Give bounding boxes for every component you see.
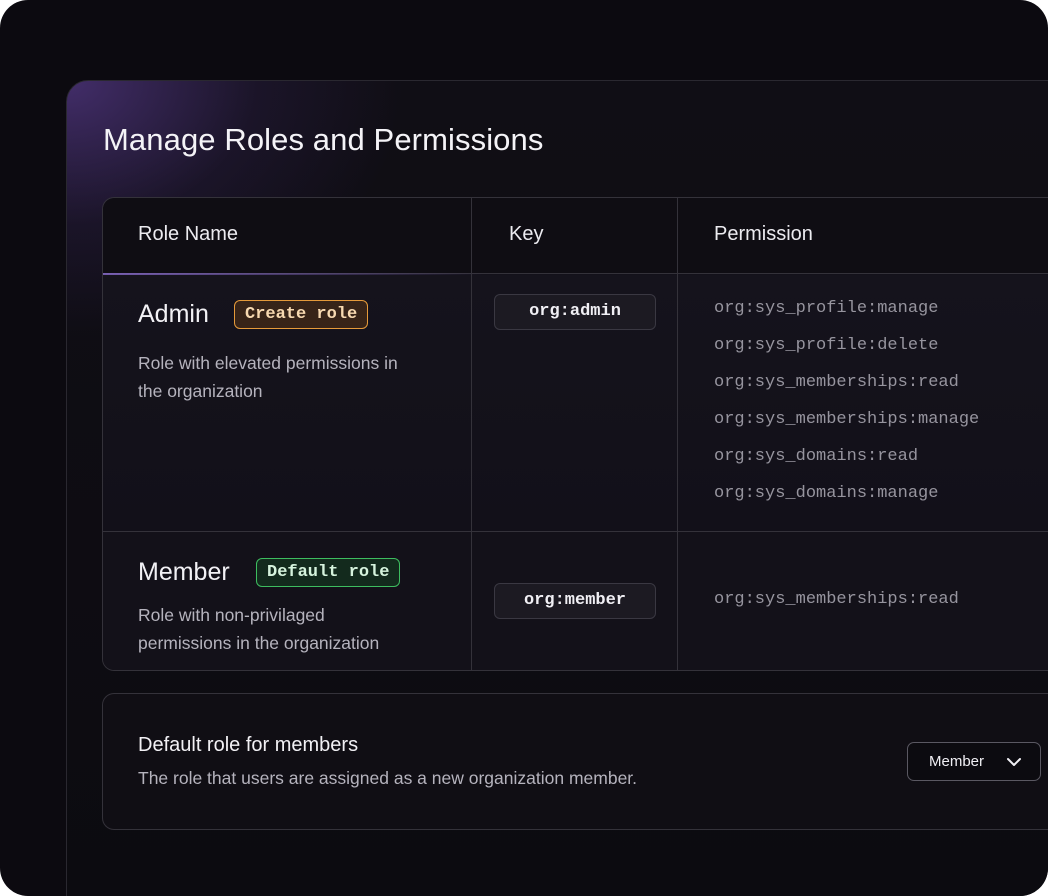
column-divider	[471, 198, 472, 670]
select-value: Member	[929, 753, 985, 770]
table-header: Role Name Key Permission	[103, 198, 1048, 274]
role-description-line: permissions in the organization	[138, 633, 380, 653]
role-description: Role with elevated permissions in the or…	[138, 349, 398, 405]
permission-item: org:sys_profile:manage	[714, 299, 939, 318]
role-description-line: Role with elevated permissions in	[138, 353, 398, 373]
role-description: Role with non-privilaged permissions in …	[138, 601, 379, 657]
default-role-description: The role that users are assigned as a ne…	[138, 768, 638, 788]
permission-item: org:sys_memberships:read	[714, 373, 959, 392]
permission-item: org:sys_domains:manage	[714, 484, 939, 503]
row-divider	[103, 531, 1048, 532]
column-divider	[677, 198, 678, 670]
chevron-down-icon	[1007, 758, 1021, 766]
page-title: Manage Roles and Permissions	[103, 122, 544, 157]
role-name-admin: Admin	[138, 300, 209, 328]
permission-item: org:sys_memberships:manage	[714, 410, 980, 429]
header-role-name: Role Name	[138, 223, 239, 245]
permission-item: org:sys_profile:delete	[714, 336, 939, 355]
role-key-chip: org:admin	[494, 294, 656, 330]
default-role-title: Default role for members	[138, 734, 359, 756]
header-accent-line	[103, 273, 483, 275]
header-permission: Permission	[714, 223, 813, 245]
header-key: Key	[509, 223, 544, 245]
role-key-chip: org:member	[494, 583, 656, 619]
role-description-line: the organization	[138, 381, 263, 401]
role-name-member: Member	[138, 558, 230, 586]
permission-item: org:sys_domains:read	[714, 447, 919, 466]
default-role-badge: Default role	[256, 558, 401, 587]
app-frame: Manage Roles and Permissions Role Name K…	[0, 0, 1048, 896]
default-role-select[interactable]: Member	[907, 742, 1041, 781]
role-description-line: Role with non-privilaged	[138, 605, 325, 625]
permission-item: org:sys_memberships:read	[714, 590, 959, 609]
create-role-badge: Create role	[234, 300, 369, 329]
